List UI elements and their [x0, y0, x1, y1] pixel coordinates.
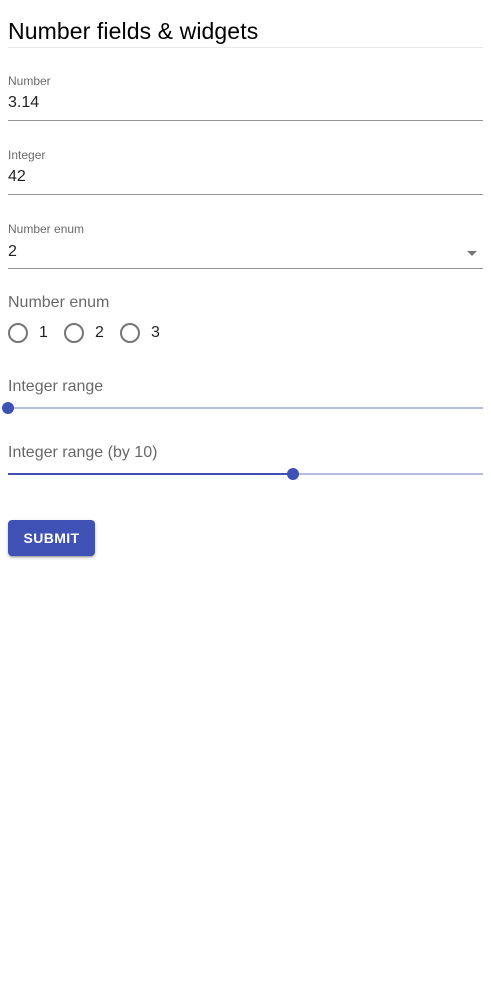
number-field: Number [8, 74, 483, 122]
submit-button[interactable]: SUBMIT [8, 520, 95, 556]
form-page: Number fields & widgets Number Integer N… [0, 0, 491, 1000]
slider-rail [8, 407, 483, 409]
integer-range-by-10-label: Integer range (by 10) [8, 444, 158, 461]
radio-option-label: 3 [151, 324, 160, 341]
number-enum-select-label: Number enum [8, 222, 85, 236]
number-input[interactable] [8, 91, 483, 115]
radio-option-label: 2 [95, 324, 104, 341]
number-enum-select-field: Number enum 2 [8, 222, 483, 270]
radio-unchecked-icon [120, 323, 140, 343]
number-label: Number [8, 74, 51, 88]
integer-range-by-10-slider[interactable] [8, 468, 483, 480]
integer-underline [8, 194, 483, 195]
number-underline [8, 120, 483, 121]
integer-range-slider[interactable] [2, 402, 483, 414]
number-enum-select[interactable]: 2 [8, 239, 483, 267]
slider-thumb[interactable] [287, 468, 299, 480]
integer-input[interactable] [8, 165, 483, 189]
title-divider [8, 47, 483, 48]
radio-unchecked-icon [64, 323, 84, 343]
number-enum-select-value: 2 [8, 243, 17, 260]
integer-label: Integer [8, 148, 46, 162]
slider-thumb[interactable] [2, 402, 14, 414]
slider-track [8, 473, 293, 475]
number-enum-radio-label: Number enum [8, 294, 110, 311]
radio-unchecked-icon [8, 323, 28, 343]
radio-option-label: 1 [39, 324, 48, 341]
integer-range-label: Integer range [8, 378, 104, 395]
page-title: Number fields & widgets [8, 18, 259, 44]
dropdown-arrow-icon [467, 251, 477, 256]
integer-field: Integer [8, 148, 483, 196]
number-enum-select-underline [8, 268, 483, 269]
